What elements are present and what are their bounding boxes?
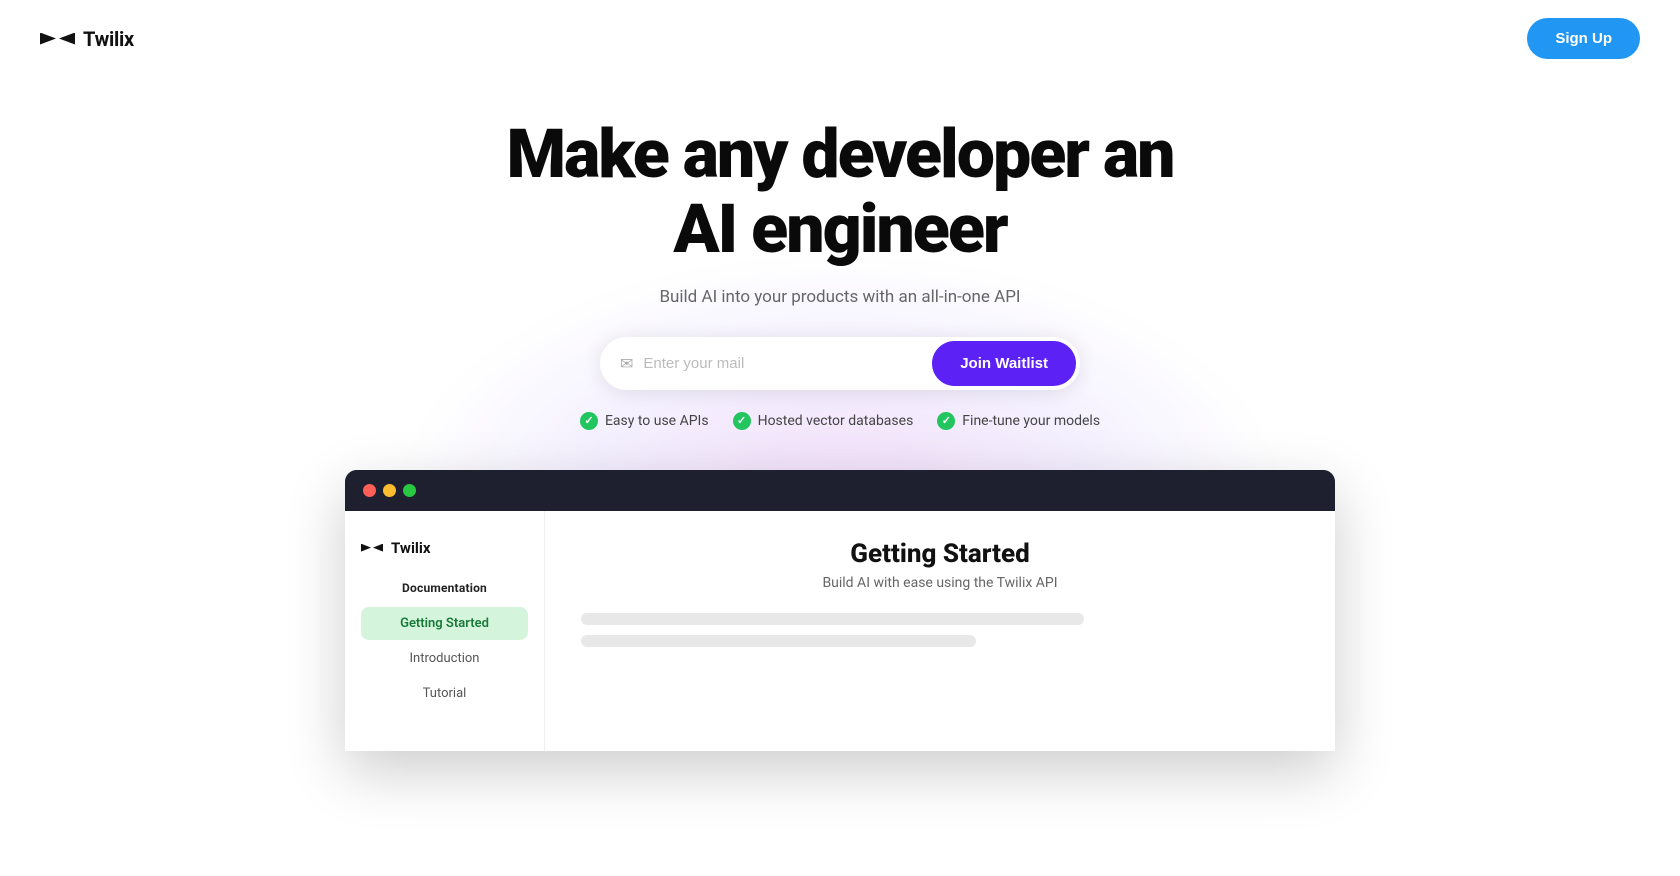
doc-section-label: Documentation: [361, 581, 528, 595]
window-body: Twilix Documentation Getting Started Int…: [345, 511, 1335, 751]
window-dot-yellow: [383, 484, 396, 497]
sidebar-logo-text: Twilix: [391, 539, 430, 557]
check-icon-2: [733, 412, 751, 430]
signup-button[interactable]: Sign Up: [1527, 18, 1640, 59]
hero-section: Make any developer an AI engineer Build …: [0, 77, 1680, 751]
navbar: Twilix Sign Up: [0, 0, 1680, 77]
feature-pill-3: Fine-tune your models: [937, 412, 1100, 430]
hero-subtitle: Build AI into your products with an all-…: [659, 287, 1020, 307]
window-dot-red: [363, 484, 376, 497]
feature-pills: Easy to use APIs Hosted vector databases…: [580, 412, 1100, 430]
feature-label-3: Fine-tune your models: [962, 413, 1100, 429]
sb-bow-right: [373, 544, 383, 552]
sidebar-item-tutorial[interactable]: Tutorial: [361, 677, 528, 710]
feature-pill-1: Easy to use APIs: [580, 412, 709, 430]
feature-label-2: Hosted vector databases: [758, 413, 914, 429]
check-icon-3: [937, 412, 955, 430]
check-icon-1: [580, 412, 598, 430]
window-titlebar: [345, 470, 1335, 511]
feature-label-1: Easy to use APIs: [605, 413, 709, 429]
doc-content-title: Getting Started: [581, 539, 1299, 569]
hero-title: Make any developer an AI engineer: [507, 117, 1174, 267]
logo-text: Twilix: [83, 27, 134, 51]
window-dot-green: [403, 484, 416, 497]
mail-icon: ✉: [620, 354, 633, 373]
bow-right-icon: [59, 33, 75, 45]
doc-content: Getting Started Build AI with ease using…: [545, 511, 1335, 751]
email-input[interactable]: [643, 355, 932, 372]
app-mockup: Twilix Documentation Getting Started Int…: [345, 470, 1335, 751]
logo: Twilix: [40, 27, 134, 51]
sidebar-logo-icon: [361, 544, 383, 552]
join-waitlist-button[interactable]: Join Waitlist: [932, 341, 1076, 386]
email-form: ✉ Join Waitlist: [600, 337, 1080, 390]
logo-icon: [40, 33, 75, 45]
bow-left-icon: [40, 33, 56, 45]
doc-sidebar: Twilix Documentation Getting Started Int…: [345, 511, 545, 751]
feature-pill-2: Hosted vector databases: [733, 412, 914, 430]
sidebar-logo: Twilix: [361, 539, 528, 557]
sidebar-item-getting-started[interactable]: Getting Started: [361, 607, 528, 640]
skeleton-line-2: [581, 635, 976, 647]
skeleton-line-1: [581, 613, 1084, 625]
sidebar-item-introduction[interactable]: Introduction: [361, 642, 528, 675]
sb-bow-left: [361, 544, 371, 552]
mockup-window: Twilix Documentation Getting Started Int…: [345, 470, 1335, 751]
doc-content-subtitle: Build AI with ease using the Twilix API: [581, 575, 1299, 591]
